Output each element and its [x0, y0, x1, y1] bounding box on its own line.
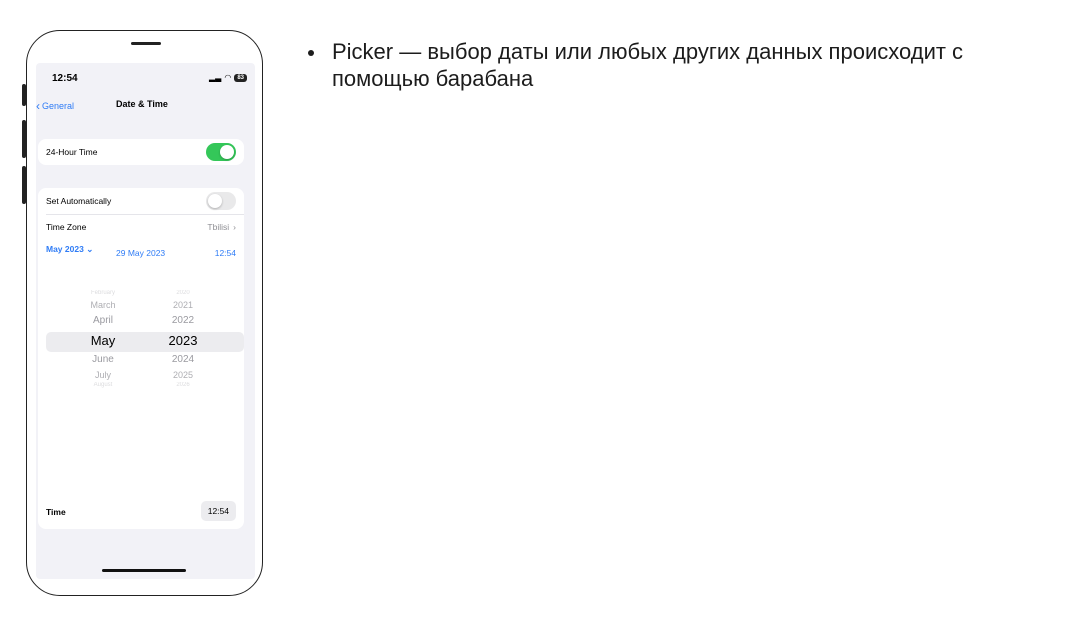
chevron-right-icon: › [233, 222, 236, 232]
time-row: Time 12:54 [38, 493, 244, 529]
wheel-item: February [90, 290, 115, 296]
date-value[interactable]: 29 May 2023 [116, 248, 165, 258]
wheel-item-selected: 2023 [168, 333, 198, 348]
wheel-item: 2020 [176, 290, 190, 296]
wheel-item: July [94, 370, 111, 380]
hour24-toggle[interactable] [206, 143, 236, 161]
toggle-knob [220, 145, 234, 159]
wheel-item: 2021 [172, 300, 194, 310]
bullet-dot [308, 50, 314, 56]
slide-bullet: Picker — выбор даты или любых других дан… [308, 38, 1008, 92]
timezone-row[interactable]: Time Zone Tbilisi › [38, 214, 244, 240]
wheel-item: 2025 [172, 370, 194, 380]
speaker-notch [131, 42, 161, 45]
toggle-knob [208, 194, 222, 208]
timezone-value: Tbilisi [207, 222, 230, 232]
wheel-item: April [92, 315, 113, 326]
bullet-text: Picker — выбор даты или любых других дан… [332, 39, 964, 91]
date-time-group: Set Automatically Time Zone Tbilisi › 29… [38, 188, 244, 498]
phone-screen: 12:54 ▂▃ ◠ 83 ‹ General Date & Time 24-H… [36, 63, 255, 579]
page-title: Date & Time [116, 99, 168, 109]
set-auto-toggle[interactable] [206, 192, 236, 210]
back-button[interactable]: ‹ General [36, 99, 74, 113]
set-auto-label: Set Automatically [46, 196, 112, 206]
signal-icon: ▂▃ [209, 73, 222, 82]
time-picker-button[interactable]: 12:54 [200, 501, 236, 521]
time-value[interactable]: 12:54 [215, 248, 236, 258]
home-indicator[interactable] [102, 569, 186, 572]
hour24-group: 24-Hour Time [38, 139, 244, 165]
wheel-item: 2026 [176, 382, 190, 388]
status-time: 12:54 [52, 73, 78, 84]
battery-icon: 83 [234, 73, 247, 82]
status-icons: ▂▃ ◠ 83 [209, 73, 247, 82]
wheel-item: 2022 [171, 315, 195, 326]
timezone-label: Time Zone [46, 222, 87, 232]
month-year-selector[interactable]: May 2023 ⌄ [46, 244, 93, 255]
phone-frame: 12:54 ▂▃ ◠ 83 ‹ General Date & Time 24-H… [26, 30, 263, 596]
wheel-item: August [93, 382, 113, 388]
chevron-left-icon: ‹ [36, 99, 40, 113]
hour24-row: 24-Hour Time [38, 139, 244, 165]
chevron-down-icon: ⌄ [86, 244, 94, 254]
time-label: Time [46, 507, 66, 517]
back-label: General [42, 101, 75, 111]
wheel-item: June [92, 354, 114, 365]
wheel-item: 2024 [171, 354, 195, 365]
month-year-label: May 2023 [46, 244, 84, 254]
wifi-icon: ◠ [224, 73, 232, 82]
date-wheel-picker[interactable]: February March April May June July Augus… [38, 282, 244, 396]
hour24-label: 24-Hour Time [46, 147, 98, 157]
wheel-item-selected: May [90, 333, 116, 348]
wheel-item: March [90, 300, 116, 310]
set-auto-row: Set Automatically [38, 188, 244, 214]
